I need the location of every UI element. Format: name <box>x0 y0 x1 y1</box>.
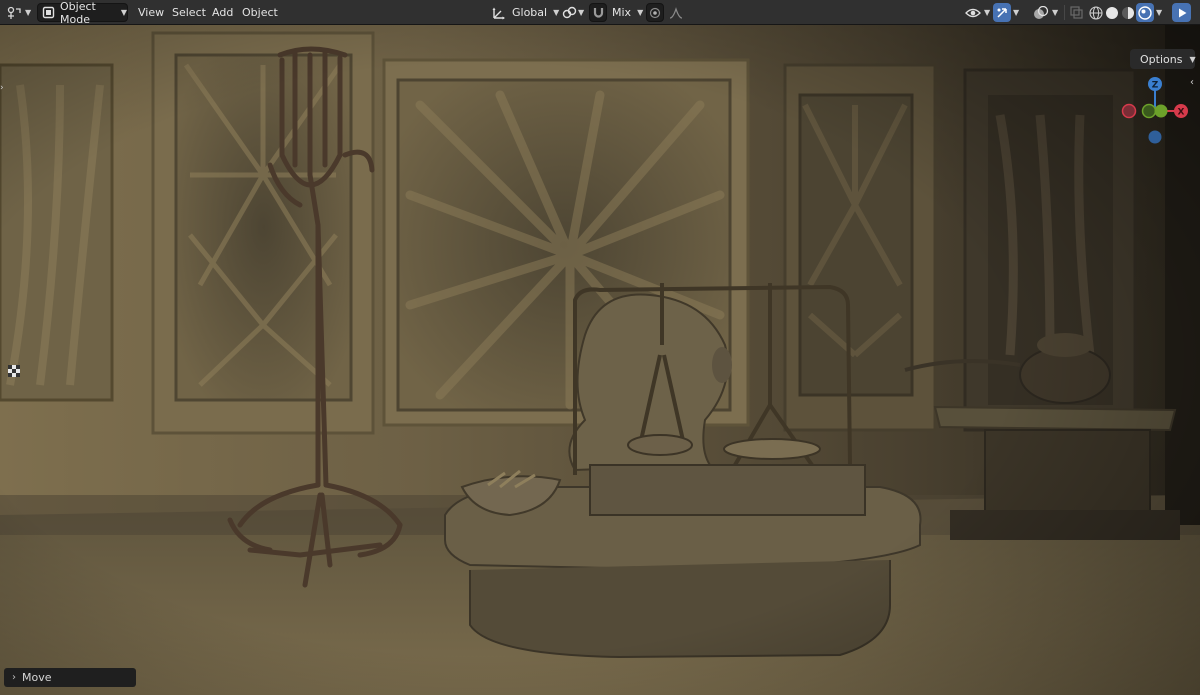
gizmo-dropdown[interactable]: ▼ <box>1011 3 1023 22</box>
proportional-editing-toggle[interactable] <box>646 3 664 22</box>
chevron-down-icon: ▼ <box>553 8 560 17</box>
mode-label: Object Mode <box>60 0 96 26</box>
pivot-point-icon <box>562 6 577 20</box>
shading-dropdown[interactable]: ▼ <box>1154 3 1166 22</box>
visibility-button[interactable]: ▼ <box>963 3 991 22</box>
snap-target-label: Mix <box>612 6 632 19</box>
gizmo-neg-x-handle[interactable] <box>1121 103 1137 119</box>
gizmo-neg-z-handle[interactable] <box>1148 130 1162 144</box>
chevron-down-icon: ▼ <box>984 8 991 17</box>
xray-icon <box>1069 6 1083 19</box>
menu-add[interactable]: Add <box>212 5 233 20</box>
solid-shading-button[interactable] <box>1104 3 1120 22</box>
transform-orientation-label: Global <box>512 6 548 19</box>
render-play-icon <box>1176 7 1188 19</box>
options-label: Options <box>1140 52 1183 66</box>
viewport-header: ▼ Object Mode ▼ View Select Add Object G… <box>0 0 1200 26</box>
xray-toggle[interactable] <box>1068 3 1084 22</box>
material-shading-icon <box>1121 6 1135 20</box>
menu-view[interactable]: View <box>138 5 164 20</box>
transform-orientation-icon <box>492 6 506 20</box>
snap-magnet-icon <box>592 6 605 19</box>
falloff-curve-icon <box>669 6 683 19</box>
editor-type-button[interactable]: ▼ <box>6 3 34 22</box>
gizmo-y-handle[interactable] <box>1154 104 1168 118</box>
proportional-editing-icon <box>649 7 661 19</box>
chevron-down-icon: ▼ <box>1189 54 1196 64</box>
solid-shading-icon <box>1105 6 1119 20</box>
viewport-options-button[interactable]: Options ▼ <box>1130 49 1196 69</box>
chevron-right-icon: › <box>0 83 4 93</box>
object-mode-icon <box>42 6 55 19</box>
proportional-falloff-button[interactable] <box>665 3 687 22</box>
snap-toggle[interactable] <box>589 3 607 22</box>
gizmo-arrows-icon <box>996 6 1009 19</box>
material-shading-button[interactable] <box>1120 3 1136 22</box>
overlay-button[interactable]: ▼ <box>1031 3 1059 22</box>
rendered-scene <box>0 25 1200 695</box>
gizmo-z-label: Z <box>1152 81 1159 91</box>
snap-target-selector[interactable]: Mix ▼ <box>610 3 644 22</box>
navigation-gizmo[interactable]: Z X <box>1113 74 1197 146</box>
scene-editor-icon <box>6 6 22 20</box>
menu-select[interactable]: Select <box>172 5 206 20</box>
sidebar-toggle[interactable]: ‹ <box>1190 77 1200 101</box>
chevron-down-icon: ▼ <box>637 8 644 17</box>
last-operator-panel[interactable]: › Move <box>4 668 136 687</box>
transform-orientation-selector[interactable]: Global ▼ <box>489 3 560 22</box>
header-divider <box>1064 5 1065 20</box>
gizmo-x-label: X <box>1178 108 1185 118</box>
menu-object[interactable]: Object <box>242 5 278 20</box>
gizmo-toggle[interactable] <box>993 3 1011 22</box>
visibility-eye-icon <box>965 7 981 19</box>
wireframe-shading-button[interactable] <box>1088 3 1104 22</box>
mode-selector[interactable]: Object Mode ▼ <box>37 0 128 26</box>
chevron-down-icon: ▼ <box>25 8 32 17</box>
toolbar-toggle[interactable]: › <box>0 83 8 95</box>
chevron-down-icon: ▼ <box>578 8 585 17</box>
3d-viewport[interactable]: Z X Options ▼ ‹ › <box>0 25 1200 695</box>
rendered-shading-icon <box>1138 5 1152 20</box>
chevron-left-icon: ‹ <box>1190 77 1194 88</box>
render-preview-button[interactable] <box>1172 3 1191 22</box>
checker-icon[interactable] <box>8 365 20 377</box>
wireframe-shading-icon <box>1089 5 1103 20</box>
chevron-down-icon: ▼ <box>1052 8 1059 17</box>
chevron-down-icon: ▼ <box>1013 8 1020 17</box>
rendered-shading-button[interactable] <box>1136 3 1154 22</box>
operator-label: Move <box>22 671 52 684</box>
chevron-down-icon: ▼ <box>120 8 127 17</box>
chevron-down-icon: ▼ <box>1156 8 1163 17</box>
chevron-right-icon: › <box>12 672 16 683</box>
pivot-point-button[interactable]: ▼ <box>562 3 588 22</box>
overlay-icon <box>1033 5 1049 20</box>
gizmo-neg-y-handle[interactable] <box>1141 103 1157 119</box>
